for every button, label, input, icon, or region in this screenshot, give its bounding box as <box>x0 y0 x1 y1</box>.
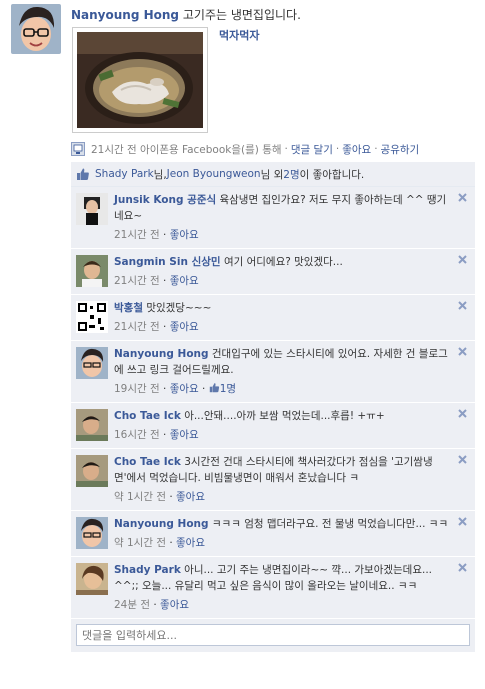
thumbs-up-icon <box>209 383 219 393</box>
comment-link[interactable]: 댓글 달기 <box>291 142 333 157</box>
post-text: 고기주는 냉면집입니다. <box>182 8 301 22</box>
close-icon[interactable] <box>458 563 467 572</box>
avatar[interactable] <box>76 193 108 225</box>
comment-item: 박홍철 맛있겠당~~~ 21시간 전 · 좋아요 <box>71 295 475 341</box>
photo-caption[interactable]: 먹자먹자 <box>219 27 259 43</box>
post-via[interactable]: 아이폰용 Facebook을(를) 통해 <box>140 142 282 157</box>
comment-like-link[interactable]: 좋아요 <box>170 383 199 395</box>
likes-separator: 님 외 <box>260 168 284 181</box>
comment-author[interactable]: Nanyoung Hong <box>114 348 209 360</box>
comment-like-link[interactable]: 좋아요 <box>170 229 199 241</box>
comment-author[interactable]: Cho Tae Ick <box>114 410 181 422</box>
comment-time[interactable]: 21시간 전 <box>114 229 160 241</box>
comment-author[interactable]: 박홍철 <box>114 302 143 314</box>
liker-1[interactable]: Shady Park <box>95 168 154 180</box>
comment-text: ㅋㅋㅋ 엄청 맵더라구요. 전 물냉 먹었습니다만... ㅋㅋ <box>211 518 449 530</box>
likes-suffix: 이 좋아합니다. <box>299 168 365 181</box>
close-icon[interactable] <box>458 517 467 526</box>
close-icon[interactable] <box>458 301 467 310</box>
share-link[interactable]: 공유하기 <box>381 142 420 157</box>
liker-2[interactable]: Jeon Byoungweon <box>167 168 261 180</box>
comment-time[interactable]: 약 1시간 전 <box>114 537 166 549</box>
comment-like-link[interactable]: 좋아요 <box>170 429 199 441</box>
post-author-name[interactable]: Nanyoung Hong <box>71 8 179 22</box>
comment-text: 맛있겠당~~~ <box>146 302 212 314</box>
close-icon[interactable] <box>458 455 467 464</box>
post-photo[interactable] <box>72 27 208 133</box>
comment-composer <box>71 619 475 652</box>
avatar[interactable] <box>76 255 108 287</box>
comment-item: Cho Tae Ick 아...안돼....아까 보쌈 먹었는데...후릅! +… <box>71 403 475 449</box>
comment-input[interactable] <box>76 624 470 646</box>
avatar[interactable] <box>76 347 108 379</box>
likers-others[interactable]: 2명 <box>283 167 299 182</box>
post-author-avatar[interactable] <box>11 4 61 54</box>
comment-like-count[interactable]: 1명 <box>220 383 236 395</box>
comment-author[interactable]: Junsik Kong 공준식 <box>114 194 216 206</box>
comment-time[interactable]: 21시간 전 <box>114 321 160 333</box>
comment-time[interactable]: 24분 전 <box>114 599 150 611</box>
comment-time[interactable]: 약 1시간 전 <box>114 491 166 503</box>
feedback-panel: Shady Park 님, Jeon Byoungweon 님 외 2명 이 좋… <box>71 162 475 652</box>
comment-item: Cho Tae Ick 3시간전 건대 스타시티에 책사러갔다가 점심을 '고기… <box>71 449 475 511</box>
comment-time[interactable]: 21시간 전 <box>114 275 160 287</box>
comment-time[interactable]: 16시간 전 <box>114 429 160 441</box>
comment-item: Junsik Kong 공준식 육삼냉면 집인가요? 저도 무지 좋아하는데 ^… <box>71 187 475 249</box>
avatar[interactable] <box>76 563 108 595</box>
comment-author[interactable]: Nanyoung Hong <box>114 518 209 530</box>
avatar[interactable] <box>76 301 108 333</box>
comment-item: Nanyoung Hong 건대입구에 있는 스타시티에 있어요. 자세한 건 … <box>71 341 475 403</box>
comment-like-link[interactable]: 좋아요 <box>170 275 199 287</box>
comment-author[interactable]: Sangmin Sin 신상민 <box>114 256 221 268</box>
comment-text: 아...안돼....아까 보쌈 먹었는데...후릅! +ㅠ+ <box>184 410 385 422</box>
avatar[interactable] <box>76 455 108 487</box>
comment-item: Sangmin Sin 신상민 여기 어디에요? 맛있겠다... 21시간 전 … <box>71 249 475 295</box>
avatar[interactable] <box>76 517 108 549</box>
post-header: Nanyoung Hong 고기주는 냉면집입니다. <box>71 6 301 23</box>
thumbs-up-icon <box>77 168 89 180</box>
comment-item: Nanyoung Hong ㅋㅋㅋ 엄청 맵더라구요. 전 물냉 먹었습니다만.… <box>71 511 475 557</box>
comment-like-link[interactable]: 좋아요 <box>160 599 189 611</box>
mobile-upload-icon <box>71 142 85 156</box>
likes-summary: Shady Park 님, Jeon Byoungweon 님 외 2명 이 좋… <box>71 162 475 187</box>
likes-separator: 님, <box>153 168 167 181</box>
comment-like-link[interactable]: 좋아요 <box>176 491 205 503</box>
close-icon[interactable] <box>458 347 467 356</box>
comment-like-link[interactable]: 좋아요 <box>176 537 205 549</box>
comment-author[interactable]: Cho Tae Ick <box>114 456 181 468</box>
comment-item: Shady Park 아니... 고기 주는 냉면집이라~~ 꺅... 가보아겠… <box>71 557 475 619</box>
post-meta: 21시간 전 아이폰용 Facebook을(를) 통해 · 댓글 달기 · 좋아… <box>71 141 419 157</box>
close-icon[interactable] <box>458 409 467 418</box>
like-link[interactable]: 좋아요 <box>342 142 371 157</box>
close-icon[interactable] <box>458 255 467 264</box>
close-icon[interactable] <box>458 193 467 202</box>
comment-author[interactable]: Shady Park <box>114 564 181 576</box>
comment-time[interactable]: 19시간 전 <box>114 383 160 395</box>
avatar[interactable] <box>76 409 108 441</box>
comment-like-link[interactable]: 좋아요 <box>170 321 199 333</box>
post-time[interactable]: 21시간 전 <box>91 142 137 157</box>
comment-text: 여기 어디에요? 맛있겠다... <box>223 256 343 268</box>
